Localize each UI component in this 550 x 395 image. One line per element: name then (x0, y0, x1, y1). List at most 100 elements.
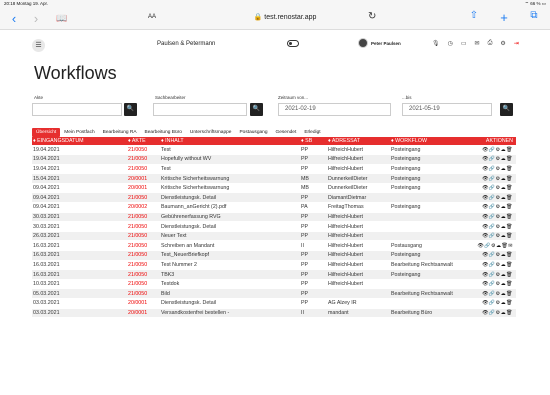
view-icon[interactable]: 👁 (482, 185, 489, 191)
link-icon[interactable]: 🔗 (489, 185, 496, 191)
link-icon[interactable]: 🔗 (489, 291, 496, 297)
trash-icon[interactable]: 🗑 (506, 272, 513, 278)
view-icon[interactable]: 👁 (482, 224, 489, 230)
view-icon[interactable]: 👁 (482, 166, 489, 172)
trash-icon[interactable]: 🗑 (506, 176, 513, 182)
table-row[interactable]: 09.04.2021 20/0001 Kritische Sicherheitswa… (32, 183, 516, 194)
view-icon[interactable]: 👁 (482, 233, 489, 239)
trash-icon[interactable]: 🗑 (506, 156, 513, 162)
view-icon[interactable]: 👁 (482, 214, 489, 220)
trash-icon[interactable]: 🗑 (506, 147, 513, 153)
tab-1[interactable]: Mein Postfach (60, 128, 98, 137)
microphone-icon[interactable]: 🎙 (432, 40, 440, 47)
link-icon[interactable]: 🔗 (489, 147, 496, 153)
text-size-button[interactable]: AA (148, 14, 156, 20)
link-icon[interactable]: 🔗 (489, 281, 496, 287)
trash-icon[interactable]: 🗑 (506, 291, 513, 297)
print-icon[interactable]: ⎙ (488, 40, 493, 47)
tab-4[interactable]: Unterschriftsmappe (186, 128, 236, 137)
link-icon[interactable]: 🔗 (489, 166, 496, 172)
col-date[interactable]: ♦ EINGANGSDATUM (32, 137, 127, 145)
link-icon[interactable]: 🔗 (489, 233, 496, 239)
trash-icon[interactable]: 🗑 (506, 166, 513, 172)
tab-6[interactable]: Gesendet (272, 128, 301, 137)
theme-toggle[interactable] (287, 40, 299, 47)
back-icon[interactable]: ‹ (6, 12, 22, 25)
bearbeiter-input[interactable] (153, 103, 247, 116)
akte-input[interactable] (32, 103, 122, 116)
table-row[interactable]: 16.03.2021 21/0050 Schreiben an Mandant II H… (32, 240, 516, 252)
folder-icon[interactable]: ▭ (461, 40, 467, 47)
view-icon[interactable]: 👁 (482, 147, 489, 153)
view-icon[interactable]: 👁 (482, 262, 489, 268)
view-icon[interactable]: 👁 (482, 272, 489, 278)
view-icon[interactable]: 👁 (482, 300, 489, 306)
col-adressat[interactable]: ♦ ADRESSAT (327, 137, 390, 145)
bearbeiter-search-button[interactable]: 🔍 (250, 103, 263, 116)
book-icon[interactable]: 📖 (54, 14, 70, 23)
table-row[interactable]: 16.03.2021 21/0050 TBK3 PP HilfreichHubert Po… (32, 269, 516, 280)
trash-icon[interactable]: 🗑 (506, 281, 513, 287)
link-icon[interactable]: 🔗 (489, 252, 496, 258)
link-icon[interactable]: 🔗 (489, 272, 496, 278)
table-row[interactable]: 03.03.2021 20/0001 Versandkostenfrei beste… (32, 308, 516, 319)
trash-icon[interactable]: 🗑 (506, 224, 513, 230)
trash-icon[interactable]: 🗑 (506, 214, 513, 220)
link-icon[interactable]: 🔗 (489, 214, 496, 220)
link-icon[interactable]: 🔗 (489, 195, 496, 201)
view-icon[interactable]: 👁 (482, 204, 489, 210)
trash-icon[interactable]: 🗑 (506, 262, 513, 268)
link-icon[interactable]: 🔗 (489, 204, 496, 210)
tabs-icon[interactable]: ⧉ (526, 11, 542, 24)
tab-5[interactable]: Postausgang (235, 128, 271, 137)
trash-icon[interactable]: 🗑 (506, 300, 513, 306)
view-icon[interactable]: 👁 (482, 310, 489, 316)
col-sb[interactable]: ♦ SB (300, 137, 327, 145)
trash-icon[interactable]: 🗑 (506, 204, 513, 210)
link-icon[interactable]: 🔗 (489, 310, 496, 316)
table-row[interactable]: 16.03.2021 21/0050 Test_NeuerBriefkopf PP Hi… (32, 250, 516, 261)
table-row[interactable]: 19.04.2021 21/0050 Test PP HilfreichHubert Po… (32, 164, 516, 175)
table-row[interactable]: 16.03.2021 21/0050 Test Nummer 2 PP Hilfreic… (32, 260, 516, 271)
mail-icon[interactable]: ✉ (508, 243, 513, 249)
trash-icon[interactable]: 🗑 (506, 310, 513, 316)
view-icon[interactable]: 👁 (482, 176, 489, 182)
mail-icon[interactable]: ✉ (475, 40, 480, 47)
date-search-button[interactable]: 🔍 (500, 103, 513, 116)
akte-search-button[interactable]: 🔍 (124, 103, 137, 116)
view-icon[interactable]: 👁 (482, 252, 489, 258)
link-icon[interactable]: 🔗 (489, 156, 496, 162)
to-date-input[interactable]: 2021-05-19 (402, 103, 492, 116)
user-menu[interactable]: Peter Paulsen (358, 38, 401, 48)
trash-icon[interactable]: 🗑 (506, 195, 513, 201)
logout-icon[interactable]: ⇥ (514, 40, 519, 47)
table-row[interactable]: 09.04.2021 20/0002 Baumann_anGericht (2).p… (32, 202, 516, 213)
gear-icon[interactable]: ⚙ (500, 40, 505, 47)
table-row[interactable]: 09.04.2021 21/0050 Dienstleistungsk. Detai… (32, 192, 516, 204)
col-inhalt[interactable]: ♦ INHALT (160, 137, 300, 145)
table-row[interactable]: 30.03.2021 21/0050 Gebührenerfassung RVG PP… (32, 212, 516, 223)
tab-2[interactable]: Bearbeitung RA (99, 128, 141, 137)
from-date-input[interactable]: 2021-02-19 (278, 103, 391, 116)
view-icon[interactable]: 👁 (482, 291, 489, 297)
link-icon[interactable]: 🔗 (489, 224, 496, 230)
tab-0[interactable]: Übersicht (32, 128, 61, 137)
trash-icon[interactable]: 🗑 (506, 233, 513, 239)
table-row[interactable]: 19.04.2021 21/0050 Hopefully without WV PP H… (32, 154, 516, 165)
table-row[interactable]: 03.03.2021 20/0001 Dienstleistungsk. Detai… (32, 298, 516, 309)
url-bar[interactable]: 🔒 test.renostar.app (210, 13, 360, 21)
table-row[interactable]: 19.04.2021 21/0050 Test PP HilfreichHubert Po… (32, 145, 516, 156)
table-row[interactable]: 05.03.2021 21/0050 Bild PP Bearbeitung Recht… (32, 288, 516, 299)
menu-icon[interactable]: ☰ (32, 38, 45, 52)
table-row[interactable]: 10.03.2021 21/0050 Testdok PP HilfreichHuber… (32, 279, 516, 290)
view-icon[interactable]: 👁 (482, 156, 489, 162)
forward-icon[interactable]: › (28, 12, 44, 25)
new-tab-icon[interactable]: + (496, 11, 512, 24)
table-row[interactable]: 30.03.2021 21/0050 Dienstleistungsk. Detai… (32, 221, 516, 232)
link-icon[interactable]: 🔗 (484, 243, 491, 249)
table-row[interactable]: 15.04.2021 20/0001 Kritische Sicherheitswa… (32, 173, 516, 184)
tab-7[interactable]: Erledigt (300, 128, 324, 137)
link-icon[interactable]: 🔗 (489, 262, 496, 268)
col-workflow[interactable]: ♦ WORKFLOW (390, 137, 470, 145)
view-icon[interactable]: 👁 (482, 195, 489, 201)
